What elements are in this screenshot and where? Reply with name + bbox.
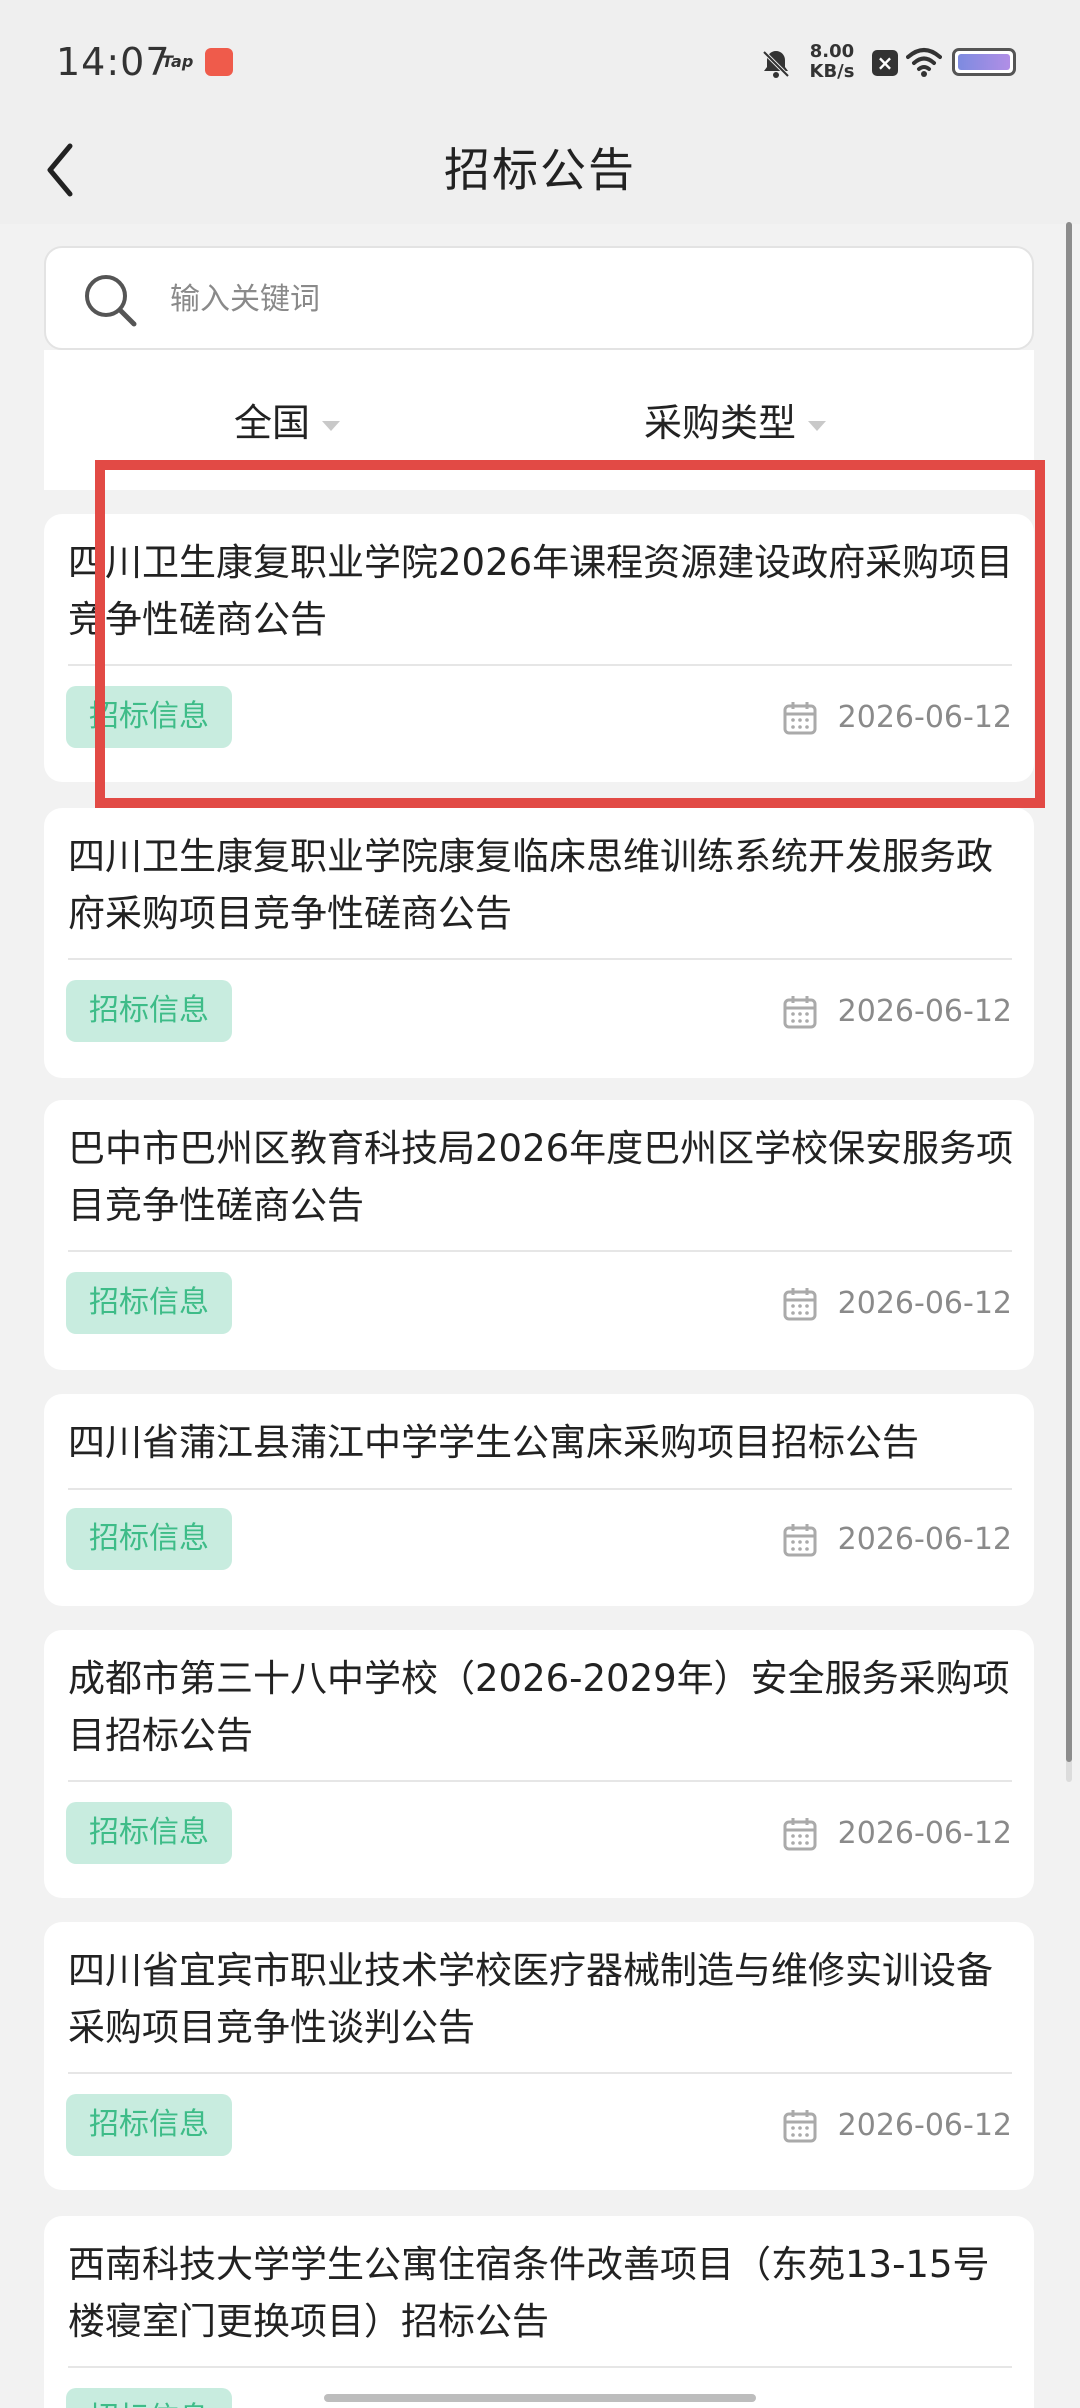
list-item[interactable]: 四川卫生康复职业学院2026年课程资源建设政府采购项目竞争性磋商公告 招标信息 … [44,514,1034,782]
divider [68,1488,1012,1490]
page: 14:07 Tap 8.00 KB/s × 招标公告 输入关键词 全国 采购类型… [0,0,1080,2408]
list-item[interactable]: 四川省宜宾市职业技术学校医疗器械制造与维修实训设备采购项目竞争性谈判公告 招标信… [44,1922,1034,2190]
scrollbar-thumb[interactable] [1066,222,1072,1762]
divider [68,2366,1012,2368]
calendar-icon [783,996,817,1029]
list-item[interactable]: 四川卫生康复职业学院康复临床思维训练系统开发服务政府采购项目竞争性磋商公告 招标… [44,808,1034,1078]
search-input[interactable] [168,270,992,328]
status-icons: 8.00 KB/s × [726,40,1026,90]
bell-off-icon [762,50,790,78]
battery-icon [952,48,1016,76]
list-item[interactable]: 成都市第三十八中学校（2026-2029年）安全服务采购项目招标公告 招标信息 … [44,1630,1034,1898]
calendar-icon [783,2110,817,2143]
caret-down-icon [322,420,341,431]
category-tag: 招标信息 [66,686,232,748]
filter-bar: 全国 采购类型 [44,350,1034,490]
status-time: 14:07 [56,40,171,84]
date-text: 2026-06-12 [837,1522,1012,1557]
scrollbar[interactable] [1066,222,1072,1782]
status-bar: 14:07 Tap 8.00 KB/s × [0,0,1080,120]
date: 2026-06-12 [782,1284,1012,1324]
divider [68,664,1012,666]
region-filter-dropdown[interactable]: 全国 [234,392,341,448]
calendar-icon [783,1818,817,1851]
battery-fill [958,54,1010,70]
list-item-title: 巴中市巴州区教育科技局2026年度巴州区学校保安服务项目竞争性磋商公告 [68,1127,1014,1227]
list-item[interactable]: 四川省蒲江县蒲江中学学生公寓床采购项目招标公告 招标信息 2026-06-12 [44,1394,1034,1606]
divider [68,1250,1012,1252]
divider [68,2072,1012,2074]
list-item-title: 四川省宜宾市职业技术学校医疗器械制造与维修实训设备采购项目竞争性谈判公告 [68,1949,993,2049]
divider [68,1780,1012,1782]
search-icon [85,275,137,327]
net-speed-unit: KB/s [809,61,855,82]
category-tag: 招标信息 [66,2388,232,2408]
calendar-icon [783,1524,817,1557]
list-item-title: 西南科技大学学生公寓住宿条件改善项目（东苑13-15号楼寝室门更换项目）招标公告 [68,2243,990,2343]
list-item-title: 四川省蒲江县蒲江中学学生公寓床采购项目招标公告 [68,1421,919,1464]
date-text: 2026-06-12 [837,1286,1012,1321]
home-indicator[interactable] [324,2394,756,2402]
divider [68,958,1012,960]
net-speed: 8.00 KB/s [802,42,862,82]
date-text: 2026-06-12 [837,1816,1012,1851]
calendar-icon [783,702,817,735]
list-item-title: 四川卫生康复职业学院康复临床思维训练系统开发服务政府采购项目竞争性磋商公告 [68,835,993,935]
tap-app-icon: Tap [162,52,194,71]
calendar-icon [783,1288,817,1321]
purchase-type-filter-dropdown[interactable]: 采购类型 [644,392,827,448]
category-tag: 招标信息 [66,1802,232,1864]
list-item[interactable]: 巴中市巴州区教育科技局2026年度巴州区学校保安服务项目竞争性磋商公告 招标信息… [44,1100,1034,1370]
date: 2026-06-12 [782,1814,1012,1854]
list-item-title: 成都市第三十八中学校（2026-2029年）安全服务采购项目招标公告 [68,1657,1010,1757]
header: 招标公告 [0,120,1080,224]
category-tag: 招标信息 [66,1508,232,1570]
wifi-icon [906,48,942,77]
date: 2026-06-12 [782,1520,1012,1560]
list-item[interactable]: 西南科技大学学生公寓住宿条件改善项目（东苑13-15号楼寝室门更换项目）招标公告… [44,2216,1034,2408]
date: 2026-06-12 [782,698,1012,738]
date: 2026-06-12 [782,2106,1012,2146]
search-box[interactable] [44,246,1034,350]
date-text: 2026-06-12 [837,2108,1012,2143]
caret-down-icon [808,420,827,431]
purchase-type-filter-label: 采购类型 [644,401,797,445]
region-filter-label: 全国 [234,401,311,445]
date: 2026-06-12 [782,992,1012,1032]
x-box-icon: × [872,50,898,76]
page-title: 招标公告 [444,143,636,197]
category-tag: 招标信息 [66,980,232,1042]
net-speed-value: 8.00 [809,41,855,62]
list-item-title: 四川卫生康复职业学院2026年课程资源建设政府采购项目竞争性磋商公告 [68,541,1014,641]
date-text: 2026-06-12 [837,700,1012,735]
app-notification-icon [205,48,233,76]
category-tag: 招标信息 [66,2094,232,2156]
category-tag: 招标信息 [66,1272,232,1334]
date-text: 2026-06-12 [837,994,1012,1029]
